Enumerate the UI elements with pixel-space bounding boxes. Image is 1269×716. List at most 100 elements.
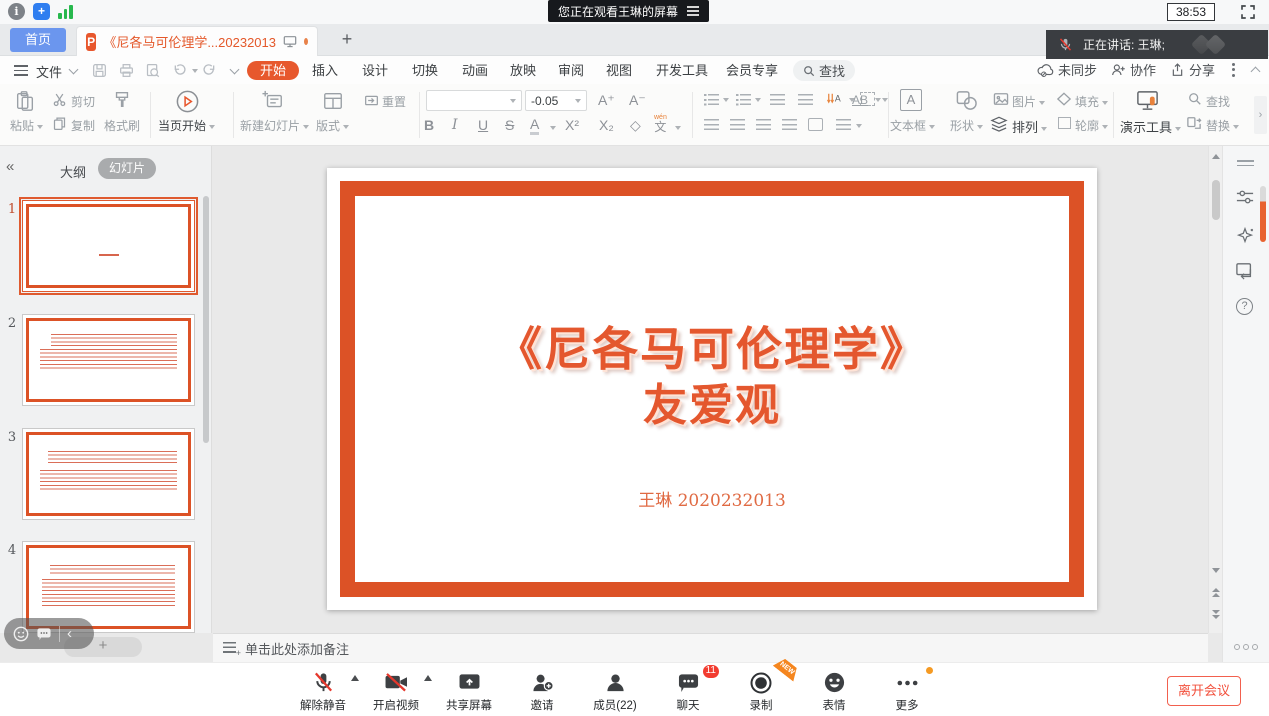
quick-toolbar-chevron-icon[interactable]	[230, 65, 240, 75]
home-tab-button[interactable]: 首页	[10, 28, 66, 52]
shapes-button[interactable]: 形状	[950, 117, 983, 134]
print-icon[interactable]	[119, 63, 134, 78]
emoji-button[interactable]: 表情	[811, 669, 857, 713]
bullet-list-icon[interactable]	[704, 94, 719, 106]
tab-member[interactable]: 会员专享	[722, 61, 782, 80]
next-slide-icon[interactable]	[1212, 610, 1220, 620]
collapse-ribbon-icon[interactable]	[1251, 67, 1261, 77]
unmute-button[interactable]: 解除静音	[300, 669, 346, 713]
scroll-down-icon[interactable]	[1212, 568, 1220, 573]
layout-icon[interactable]	[322, 90, 344, 112]
font-color-button[interactable]: A	[530, 117, 539, 135]
grow-font-button[interactable]: A⁺	[598, 92, 615, 109]
share-button[interactable]: 分享	[1170, 60, 1215, 79]
presentation-tools-icon[interactable]	[1135, 88, 1160, 113]
collaborate-button[interactable]: 协作	[1111, 60, 1156, 79]
play-from-page-icon[interactable]	[175, 89, 200, 114]
cut-button[interactable]: 剪切	[71, 93, 95, 110]
font-color-caret-icon[interactable]	[550, 126, 556, 130]
copy-icon[interactable]	[52, 116, 67, 131]
line-spacing-caret-icon[interactable]	[856, 124, 862, 128]
pill-emoji-icon[interactable]	[13, 626, 29, 642]
slides-tab[interactable]: 幻灯片	[98, 158, 156, 179]
paste-icon[interactable]	[14, 90, 36, 112]
tab-slideshow[interactable]: 放映	[506, 61, 540, 80]
align-left-icon[interactable]	[704, 119, 719, 131]
print-preview-icon[interactable]	[145, 63, 160, 78]
pill-chat-icon[interactable]	[36, 627, 52, 641]
slide-2-thumbnail[interactable]	[22, 314, 195, 406]
main-scrollbar[interactable]	[1208, 146, 1222, 633]
start-video-button[interactable]: 开启视频	[373, 669, 419, 713]
fill-button[interactable]: 填充	[1075, 93, 1108, 110]
panel-handle-icon[interactable]	[1237, 160, 1254, 166]
change-case-button[interactable]: AB	[852, 93, 868, 107]
justify-icon[interactable]	[782, 119, 797, 131]
find-button[interactable]: 查找	[1206, 93, 1230, 110]
sync-status-button[interactable]: 未同步	[1037, 60, 1097, 79]
fill-icon[interactable]	[1056, 92, 1072, 106]
font-name-combo[interactable]	[426, 90, 522, 111]
tab-developer[interactable]: 开发工具	[652, 61, 712, 80]
reset-button[interactable]: 重置	[382, 93, 406, 110]
decrease-indent-icon[interactable]	[770, 94, 785, 106]
tab-animation[interactable]: 动画	[458, 61, 492, 80]
textbox-button[interactable]: 文本框	[890, 117, 935, 134]
floating-reaction-pill[interactable]: ‹	[4, 618, 94, 649]
tab-start[interactable]: 开始	[247, 61, 299, 80]
mic-options-caret-icon[interactable]	[351, 675, 359, 681]
mirror-window-icon[interactable]	[1235, 262, 1255, 280]
undo-icon[interactable]	[172, 63, 187, 78]
video-options-caret-icon[interactable]	[424, 675, 432, 681]
fullscreen-icon[interactable]	[1239, 3, 1257, 21]
align-right-icon[interactable]	[756, 119, 771, 131]
network-signal-icon[interactable]	[58, 4, 73, 19]
slide-title[interactable]: 《尼各马可伦理学》 友爱观	[327, 320, 1097, 434]
strikethrough-button[interactable]: S	[505, 117, 514, 133]
tab-review[interactable]: 审阅	[554, 61, 588, 80]
more-options-kebab-icon[interactable]	[1229, 63, 1238, 77]
outline-option-icon[interactable]	[1058, 117, 1071, 129]
shrink-font-button[interactable]: A⁻	[629, 92, 646, 109]
record-button[interactable]: NEW 录制	[738, 669, 784, 713]
slide-panel-scrollbar[interactable]	[203, 196, 209, 443]
line-spacing-icon[interactable]	[836, 119, 851, 131]
underline-button[interactable]: U	[478, 117, 488, 133]
reset-icon[interactable]	[364, 93, 379, 108]
more-button[interactable]: 更多	[884, 669, 930, 713]
undo-dropdown-caret-icon[interactable]	[192, 69, 198, 73]
notes-bar[interactable]: 单击此处添加备注	[213, 633, 1208, 662]
textbox-icon[interactable]: A	[900, 89, 922, 111]
leave-meeting-button[interactable]: 离开会议	[1167, 676, 1241, 706]
increase-indent-icon[interactable]	[798, 94, 813, 106]
help-icon[interactable]: ?	[1236, 298, 1253, 315]
slide-canvas[interactable]: 《尼各马可伦理学》 友爱观 王琳 2020232013	[327, 168, 1097, 610]
layout-button[interactable]: 版式	[316, 117, 349, 134]
find-pill-button[interactable]: 查找	[793, 60, 855, 81]
slide-1-thumbnail[interactable]	[22, 200, 195, 292]
picture-icon[interactable]	[993, 92, 1009, 106]
numbered-list-icon[interactable]	[736, 94, 751, 106]
effects-star-icon[interactable]	[1235, 226, 1255, 246]
share-screen-button[interactable]: 共享屏幕	[446, 669, 492, 713]
play-from-page-button[interactable]: 当页开始	[158, 117, 215, 134]
tab-view[interactable]: 视图	[602, 61, 636, 80]
bullet-list-caret-icon[interactable]	[723, 98, 729, 102]
file-menu[interactable]: 文件	[36, 62, 62, 81]
font-size-combo[interactable]: -0.05	[525, 90, 587, 111]
main-menu-icon[interactable]	[14, 65, 28, 76]
outline-tab[interactable]: 大纲	[60, 162, 86, 181]
change-case-caret-icon[interactable]	[875, 98, 881, 102]
new-tab-button[interactable]: +	[336, 29, 358, 51]
meeting-info-icon[interactable]: i	[8, 3, 25, 20]
file-menu-chevron-icon[interactable]	[69, 65, 79, 75]
numbered-list-caret-icon[interactable]	[755, 98, 761, 102]
phonetic-caret-icon[interactable]	[675, 126, 681, 130]
align-center-icon[interactable]	[730, 119, 745, 131]
scroll-up-icon[interactable]	[1212, 154, 1220, 159]
bold-button[interactable]: B	[424, 117, 434, 133]
more-panels-icon[interactable]	[1234, 644, 1258, 650]
save-icon[interactable]	[92, 63, 107, 78]
columns-icon[interactable]	[808, 118, 823, 131]
slide-3-thumbnail[interactable]	[22, 428, 195, 520]
